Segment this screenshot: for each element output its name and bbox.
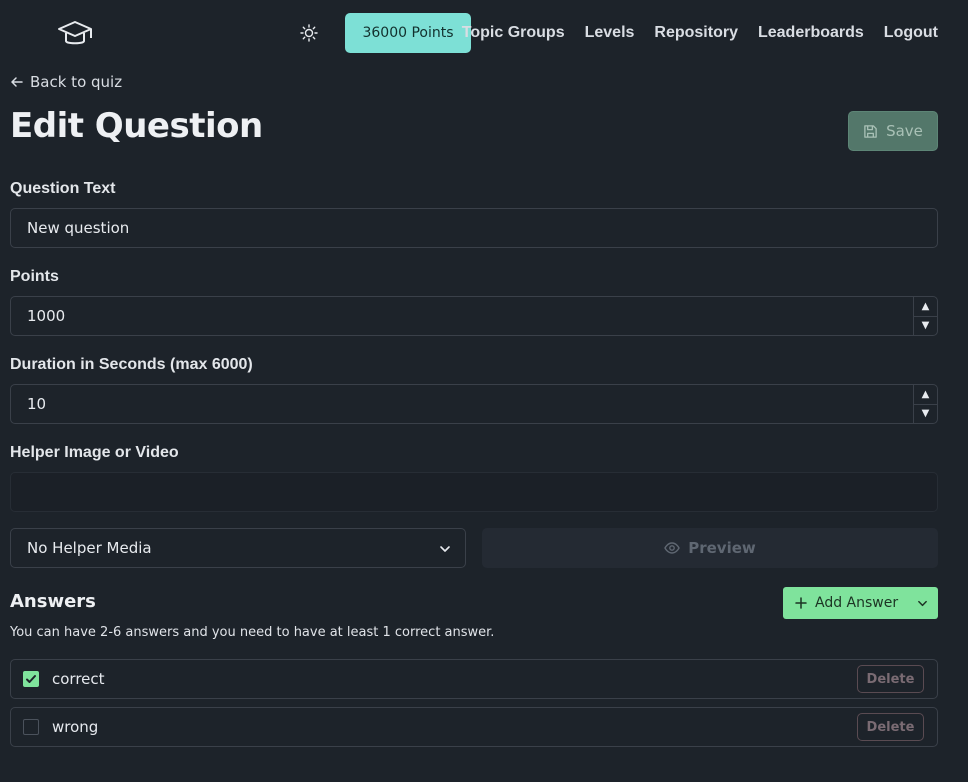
points-value: 1000 bbox=[27, 307, 66, 325]
graduation-cap-icon[interactable] bbox=[56, 16, 94, 50]
answer-text[interactable]: correct bbox=[52, 670, 105, 688]
helper-media-type-select[interactable]: No Helper Media bbox=[10, 528, 466, 568]
correct-checkbox[interactable] bbox=[23, 671, 39, 687]
answer-text[interactable]: wrong bbox=[52, 718, 98, 736]
nav-links: Topic Groups Levels Repository Leaderboa… bbox=[462, 24, 938, 42]
chevron-down-icon bbox=[440, 546, 450, 552]
preview-button[interactable]: Preview bbox=[482, 528, 938, 568]
duration-stepper[interactable]: ▲ ▼ bbox=[913, 385, 937, 423]
helper-media-input[interactable] bbox=[10, 472, 938, 512]
nav-link-levels[interactable]: Levels bbox=[585, 24, 635, 42]
delete-answer-button[interactable]: Delete bbox=[857, 665, 924, 693]
duration-label: Duration in Seconds (max 6000) bbox=[10, 356, 253, 373]
page-title: Edit Question bbox=[10, 106, 263, 146]
correct-checkbox[interactable] bbox=[23, 719, 39, 735]
answers-title: Answers bbox=[10, 591, 96, 612]
duration-input[interactable]: 10 ▲ ▼ bbox=[10, 384, 938, 424]
answer-row: correct Delete bbox=[10, 659, 938, 699]
stepper-down-icon[interactable]: ▼ bbox=[914, 405, 937, 424]
check-icon bbox=[26, 675, 36, 683]
floppy-disk-icon bbox=[864, 124, 877, 138]
plus-icon bbox=[795, 597, 807, 609]
preview-label: Preview bbox=[688, 539, 756, 557]
eye-icon bbox=[664, 542, 681, 554]
stepper-up-icon[interactable]: ▲ bbox=[914, 297, 937, 317]
answers-hint: You can have 2-6 answers and you need to… bbox=[10, 625, 495, 640]
select-value: No Helper Media bbox=[27, 539, 152, 557]
arrow-left-icon bbox=[11, 77, 23, 87]
delete-answer-button[interactable]: Delete bbox=[857, 713, 924, 741]
question-text-input[interactable]: New question bbox=[10, 208, 938, 248]
stepper-up-icon[interactable]: ▲ bbox=[914, 385, 937, 405]
add-answer-dropdown[interactable] bbox=[906, 587, 938, 619]
nav-link-topic-groups[interactable]: Topic Groups bbox=[462, 24, 565, 42]
chevron-down-icon bbox=[917, 600, 927, 606]
points-input[interactable]: 1000 ▲ ▼ bbox=[10, 296, 938, 336]
stepper-down-icon[interactable]: ▼ bbox=[914, 317, 937, 336]
navbar: 36000 Points Topic Groups Levels Reposit… bbox=[0, 0, 968, 66]
duration-value: 10 bbox=[27, 395, 47, 413]
add-answer-label: Add Answer bbox=[815, 595, 899, 611]
points-label: Points bbox=[10, 268, 59, 285]
points-stepper[interactable]: ▲ ▼ bbox=[913, 297, 937, 335]
points-badge[interactable]: 36000 Points bbox=[345, 13, 471, 53]
save-button[interactable]: Save bbox=[848, 111, 938, 151]
add-answer-button[interactable]: Add Answer bbox=[783, 587, 906, 619]
back-to-quiz-link[interactable]: Back to quiz bbox=[10, 72, 122, 92]
nav-link-logout[interactable]: Logout bbox=[884, 24, 938, 42]
nav-link-leaderboards[interactable]: Leaderboards bbox=[758, 24, 864, 42]
helper-media-label: Helper Image or Video bbox=[10, 444, 179, 461]
answer-row: wrong Delete bbox=[10, 707, 938, 747]
save-label: Save bbox=[886, 122, 923, 140]
question-text-label: Question Text bbox=[10, 180, 116, 197]
back-link-label: Back to quiz bbox=[30, 73, 123, 91]
nav-link-repository[interactable]: Repository bbox=[654, 24, 738, 42]
add-answer-button-group: Add Answer bbox=[783, 587, 938, 619]
sun-icon[interactable] bbox=[298, 22, 320, 44]
